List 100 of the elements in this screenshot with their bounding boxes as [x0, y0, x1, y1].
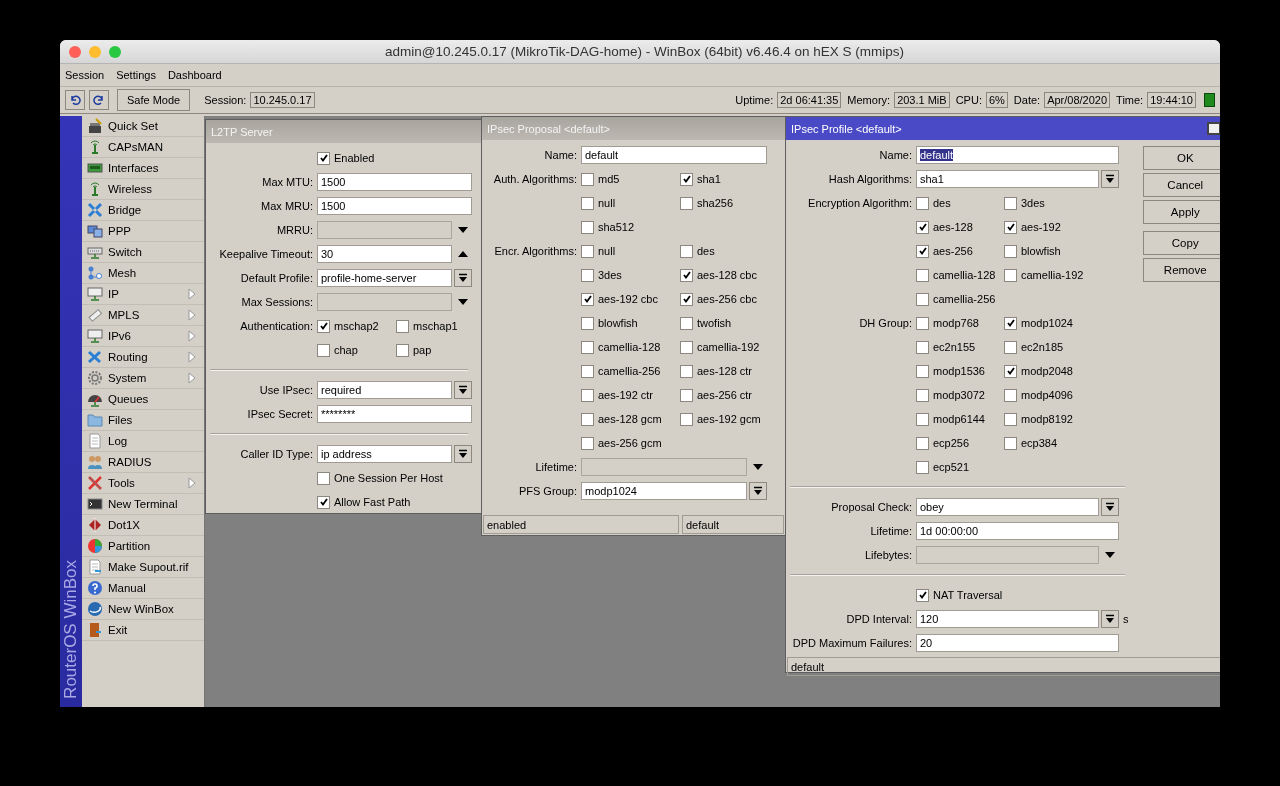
- dropdown-field[interactable]: required: [317, 381, 452, 399]
- checkbox[interactable]: [680, 292, 693, 306]
- redo-button[interactable]: [89, 90, 109, 110]
- checkbox[interactable]: [396, 343, 409, 357]
- checkbox[interactable]: [916, 340, 929, 354]
- sidebar-item[interactable]: Exit: [82, 620, 204, 641]
- sidebar-item[interactable]: Quick Set: [82, 116, 204, 137]
- dropdown-field[interactable]: sha1: [916, 170, 1099, 188]
- text-field[interactable]: 20: [916, 634, 1119, 652]
- checkbox[interactable]: [680, 412, 693, 426]
- sidebar-item[interactable]: New Terminal: [82, 494, 204, 515]
- text-field[interactable]: 1500: [317, 173, 472, 191]
- dropdown-button[interactable]: [454, 445, 472, 463]
- checkbox[interactable]: [1004, 364, 1017, 378]
- checkbox[interactable]: [581, 364, 594, 378]
- checkbox[interactable]: [581, 268, 594, 282]
- dropdown-button[interactable]: [1101, 610, 1119, 628]
- dropdown-button[interactable]: [749, 482, 767, 500]
- sidebar-item[interactable]: Mesh: [82, 263, 204, 284]
- sidebar-item[interactable]: Queues: [82, 389, 204, 410]
- checkbox[interactable]: [1004, 412, 1017, 426]
- safe-mode-button[interactable]: Safe Mode: [117, 89, 191, 111]
- checkbox[interactable]: [916, 388, 929, 402]
- panel-title-bar[interactable]: IPsec Profile <default>: [786, 117, 1220, 140]
- checkbox[interactable]: [317, 343, 330, 357]
- checkbox[interactable]: [1004, 196, 1017, 210]
- text-field[interactable]: 1d 00:00:00: [916, 522, 1119, 540]
- sidebar-item[interactable]: RADIUS: [82, 452, 204, 473]
- checkbox[interactable]: [680, 244, 693, 258]
- sidebar-item[interactable]: Partition: [82, 536, 204, 557]
- checkbox[interactable]: [680, 364, 693, 378]
- sidebar-item[interactable]: Routing: [82, 347, 204, 368]
- checkbox[interactable]: [916, 460, 929, 474]
- checkbox[interactable]: [317, 151, 330, 165]
- checkbox[interactable]: [396, 319, 409, 333]
- text-field[interactable]: 30: [317, 245, 452, 263]
- checkbox[interactable]: [916, 292, 929, 306]
- checkbox[interactable]: [680, 268, 693, 282]
- sidebar-item[interactable]: New WinBox: [82, 599, 204, 620]
- checkbox[interactable]: [680, 172, 693, 186]
- expand-arrow-icon[interactable]: [1104, 551, 1116, 559]
- sidebar-item[interactable]: Switch: [82, 242, 204, 263]
- menu-item[interactable]: Settings: [116, 69, 156, 81]
- dropdown-field[interactable]: 120: [916, 610, 1099, 628]
- sidebar-item[interactable]: Bridge: [82, 200, 204, 221]
- checkbox[interactable]: [916, 268, 929, 282]
- dialog-button[interactable]: Copy: [1142, 231, 1220, 255]
- checkbox[interactable]: [581, 292, 594, 306]
- menu-item[interactable]: Dashboard: [167, 69, 222, 81]
- checkbox[interactable]: [581, 220, 594, 234]
- checkbox[interactable]: [916, 436, 929, 450]
- text-field[interactable]: 1500: [317, 197, 472, 215]
- checkbox[interactable]: [581, 412, 594, 426]
- expand-arrow-icon[interactable]: [457, 298, 469, 306]
- undo-button[interactable]: [65, 90, 85, 110]
- sidebar-item[interactable]: IPv6: [82, 326, 204, 347]
- sidebar-item[interactable]: MPLS: [82, 305, 204, 326]
- checkbox[interactable]: [1004, 316, 1017, 330]
- dropdown-button[interactable]: [1101, 498, 1119, 516]
- checkbox[interactable]: [317, 471, 330, 485]
- sidebar-item[interactable]: CAPsMAN: [82, 137, 204, 158]
- checkbox[interactable]: [581, 316, 594, 330]
- checkbox[interactable]: [581, 436, 594, 450]
- checkbox[interactable]: [916, 316, 929, 330]
- text-field[interactable]: ********: [317, 405, 472, 423]
- checkbox[interactable]: [916, 244, 929, 258]
- maximize-button[interactable]: [1207, 122, 1220, 135]
- checkbox[interactable]: [1004, 220, 1017, 234]
- sidebar-item[interactable]: Wireless: [82, 179, 204, 200]
- checkbox[interactable]: [916, 364, 929, 378]
- checkbox[interactable]: [317, 319, 330, 333]
- dropdown-button[interactable]: [454, 269, 472, 287]
- dialog-button[interactable]: Cancel: [1142, 173, 1220, 197]
- dropdown-field[interactable]: ip address: [317, 445, 452, 463]
- checkbox[interactable]: [581, 244, 594, 258]
- checkbox[interactable]: [581, 340, 594, 354]
- expand-arrow-icon[interactable]: [752, 463, 764, 471]
- close-button[interactable]: [69, 45, 81, 58]
- checkbox[interactable]: [581, 172, 594, 186]
- sidebar-item[interactable]: Tools: [82, 473, 204, 494]
- dropdown-button[interactable]: [454, 381, 472, 399]
- checkbox[interactable]: [680, 388, 693, 402]
- sidebar-item[interactable]: Interfaces: [82, 158, 204, 179]
- checkbox[interactable]: [1004, 436, 1017, 450]
- dropdown-field[interactable]: profile-home-server: [317, 269, 452, 287]
- checkbox[interactable]: [1004, 388, 1017, 402]
- text-field[interactable]: default: [916, 146, 1119, 164]
- sidebar-item[interactable]: System: [82, 368, 204, 389]
- checkbox[interactable]: [916, 196, 929, 210]
- dropdown-field[interactable]: obey: [916, 498, 1099, 516]
- collapse-arrow-icon[interactable]: [457, 250, 469, 258]
- checkbox[interactable]: [581, 196, 594, 210]
- checkbox[interactable]: [680, 340, 693, 354]
- text-field[interactable]: default: [581, 146, 767, 164]
- expand-arrow-icon[interactable]: [457, 226, 469, 234]
- zoom-button[interactable]: [109, 45, 121, 58]
- checkbox[interactable]: [1004, 268, 1017, 282]
- menu-item[interactable]: Session: [65, 69, 105, 81]
- checkbox[interactable]: [680, 196, 693, 210]
- sidebar-item[interactable]: IP: [82, 284, 204, 305]
